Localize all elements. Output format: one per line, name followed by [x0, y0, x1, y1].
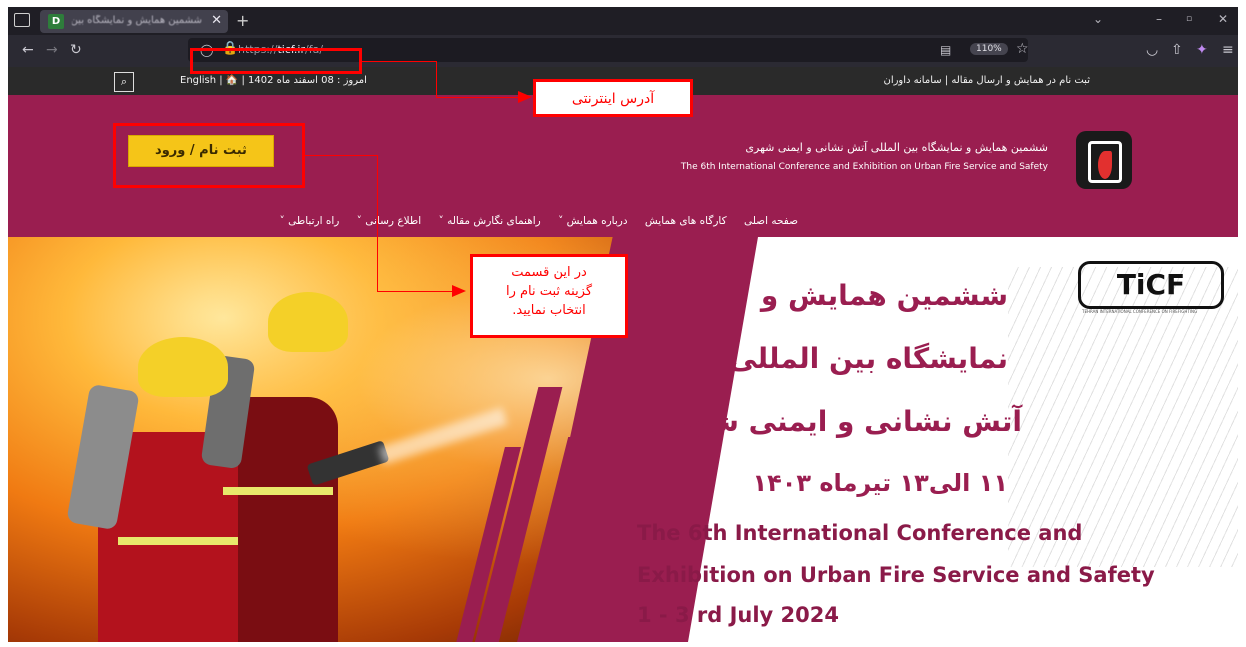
forward-icon[interactable]: → [46, 42, 58, 58]
zoom-indicator[interactable]: 110% [970, 43, 1008, 55]
menu-item-about[interactable]: درباره همایش ˅ [558, 215, 627, 227]
arrow-icon [518, 91, 532, 103]
arrow-icon [452, 285, 466, 297]
favicon-icon: D [48, 14, 64, 29]
pocket-icon[interactable]: ◡ [1146, 42, 1158, 58]
maximize-icon[interactable]: ▫ [1186, 14, 1192, 24]
star-icon[interactable]: ☆ [1016, 41, 1029, 57]
browser-tab[interactable]: D ششمین همایش و نمایشگاه بین ✕ [40, 10, 228, 33]
flame-icon [1098, 151, 1112, 179]
share-icon[interactable]: ⇧ [1171, 42, 1183, 58]
list-tabs-icon[interactable]: ⌄ [1093, 12, 1103, 26]
hero-date-en: 1 - 3 rd July 2024 [637, 603, 839, 627]
menu-item-home[interactable]: صفحه اصلی [744, 215, 798, 227]
hero-title-line1: ششمین همایش و [760, 279, 1008, 312]
reader-view-icon[interactable]: ▤ [940, 43, 951, 57]
screenshot-frame: D ششمین همایش و نمایشگاه بین ✕ + ⌄ – ▫ ✕… [8, 7, 1238, 642]
site-title-en: The 6th International Conference and Exh… [680, 162, 1048, 172]
browser-tab-strip: D ششمین همایش و نمایشگاه بین ✕ + ⌄ – ▫ ✕ [8, 7, 1238, 35]
new-tab-icon[interactable]: + [236, 11, 249, 30]
minimize-icon[interactable]: – [1156, 12, 1162, 26]
main-menu: صفحه اصلی کارگاه های همایش درباره همایش … [266, 215, 798, 227]
back-icon[interactable]: ← [22, 42, 34, 58]
address-callout: آدرس اینترنتی [533, 79, 693, 117]
ticf-logo: TiCF TEHRAN INTERNATIONAL CONFERENCE ON … [1078, 261, 1224, 314]
menu-item-writing-guide[interactable]: راهنمای نگارش مقاله ˅ [439, 215, 541, 227]
top-links[interactable]: ثبت نام در همایش و ارسال مقاله | سامانه … [883, 75, 1090, 86]
close-window-icon[interactable]: ✕ [1218, 12, 1228, 26]
hero-title-en-line2: Exhibition on Urban Fire Service and Saf… [637, 563, 1155, 587]
hero-title-line2: نمایشگاه بین المللی [729, 342, 1008, 375]
extensions-icon[interactable]: ✦ [1196, 42, 1208, 58]
tab-title: ششمین همایش و نمایشگاه بین [72, 15, 202, 26]
url-highlight-box [190, 48, 362, 74]
signup-highlight-box [113, 123, 305, 188]
site-title-fa: ششمین همایش و نمایشگاه بین المللی آتش نش… [745, 141, 1048, 154]
hero-date-fa: ۱۱ الی۱۳ تیرماه ۱۴۰۳ [752, 469, 1008, 497]
menu-item-news[interactable]: اطلاع رسانی ˅ [357, 215, 421, 227]
close-tab-icon[interactable]: ✕ [211, 13, 222, 28]
search-icon[interactable]: ⌕ [114, 72, 134, 92]
reload-icon[interactable]: ↻ [70, 42, 82, 58]
signup-hint-callout: در این قسمت گزینه ثبت نام را انتخاب نمای… [470, 254, 628, 338]
hero-title-line3: آتش نشانی و ایمنی شهری [649, 405, 1022, 438]
site-logo[interactable] [1076, 131, 1132, 189]
date-and-language-links[interactable]: امروز : 08 اسفند ماه 1402 | 🏠 | English [180, 75, 367, 86]
hero-title-en-line1: The 6th International Conference and [637, 521, 1083, 545]
sidebar-icon[interactable] [14, 13, 30, 27]
menu-item-workshops[interactable]: کارگاه های همایش [645, 215, 727, 227]
menu-icon[interactable]: ≡ [1222, 42, 1234, 58]
menu-item-contact[interactable]: راه ارتباطی ˅ [280, 215, 340, 227]
